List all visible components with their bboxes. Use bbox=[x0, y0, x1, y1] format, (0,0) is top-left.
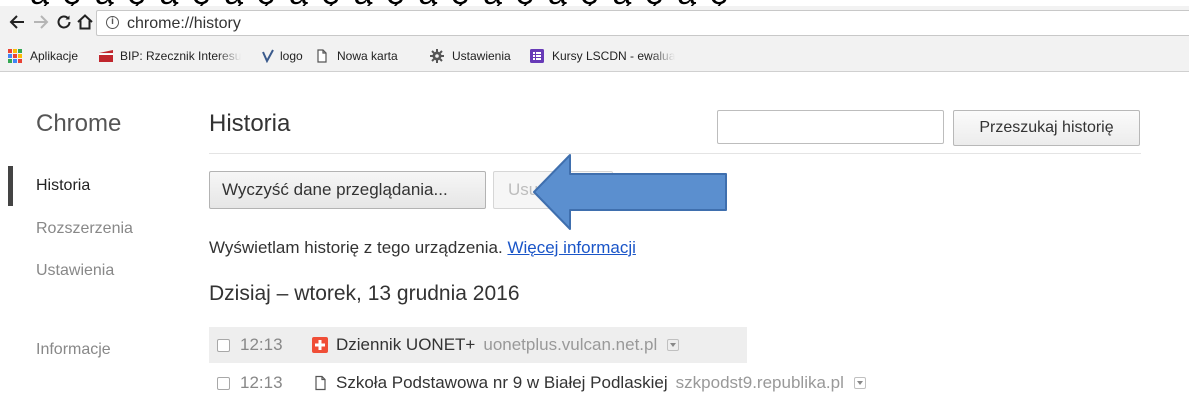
entry-checkbox[interactable] bbox=[217, 338, 230, 352]
page-title: Historia bbox=[209, 110, 291, 137]
sidebar-title: Chrome bbox=[36, 110, 122, 137]
entry-menu-icon[interactable] bbox=[667, 339, 680, 351]
sidebar-item-rozszerzenia[interactable]: Rozszerzenia bbox=[36, 220, 133, 238]
address-bar[interactable]: i chrome://history bbox=[96, 10, 1189, 36]
back-arrow-icon[interactable] bbox=[6, 13, 28, 35]
entry-checkbox[interactable] bbox=[217, 376, 230, 390]
search-history-input[interactable] bbox=[717, 110, 944, 144]
bookmark-kursy-lscdn[interactable]: Kursy LSCDN - ewalua bbox=[530, 48, 675, 64]
reload-icon[interactable] bbox=[53, 13, 75, 35]
bookmark-label: Nowa karta bbox=[337, 49, 398, 63]
forward-arrow-icon[interactable] bbox=[30, 13, 52, 35]
bookmark-logo[interactable]: logo bbox=[262, 48, 303, 64]
bookmark-label: Ustawienia bbox=[452, 49, 511, 63]
entry-domain[interactable]: szkpodst9.republika.pl bbox=[676, 373, 844, 393]
bookmarks-bar: Aplikacje BIP: Rzecznik Interesu logo No… bbox=[0, 40, 1189, 72]
history-info-text: Wyświetlam historię z tego urządzenia. bbox=[209, 238, 503, 257]
entry-domain[interactable]: uonetplus.vulcan.net.pl bbox=[483, 335, 657, 355]
bookmark-label: logo bbox=[280, 49, 303, 63]
entry-menu-icon[interactable] bbox=[853, 377, 866, 389]
bookmark-label: Kursy LSCDN - ewalua bbox=[552, 49, 676, 63]
history-info-line: Wyświetlam historię z tego urządzenia. W… bbox=[209, 238, 636, 258]
bookmark-nowa-karta[interactable]: Nowa karta bbox=[315, 48, 398, 64]
bookmark-label: Aplikacje bbox=[30, 49, 79, 63]
home-icon[interactable] bbox=[74, 13, 96, 35]
page-icon bbox=[315, 49, 331, 63]
apps-grid-icon bbox=[8, 49, 24, 63]
sidebar-item-historia[interactable]: Historia bbox=[36, 177, 90, 195]
sidebar-item-informacje[interactable]: Informacje bbox=[36, 341, 111, 359]
page-icon bbox=[312, 375, 328, 391]
history-entry[interactable]: 12:13 Dziennik UONET+ uonetplus.vulcan.n… bbox=[209, 327, 747, 363]
gear-icon bbox=[430, 49, 446, 63]
bookmark-bip[interactable]: BIP: Rzecznik Interesu bbox=[98, 48, 241, 64]
form-icon bbox=[530, 49, 546, 63]
entry-title[interactable]: Szkoła Podstawowa nr 9 w Białej Podlaski… bbox=[336, 373, 668, 393]
bookmark-label: BIP: Rzecznik Interesu bbox=[120, 49, 242, 63]
browser-toolbar: i chrome://history bbox=[0, 6, 1189, 40]
info-icon[interactable]: i bbox=[106, 16, 119, 29]
uonet-icon bbox=[312, 337, 328, 353]
entry-time: 12:13 bbox=[240, 335, 283, 354]
more-info-link[interactable]: Więcej informacji bbox=[507, 238, 635, 257]
history-entry[interactable]: 12:13 Szkoła Podstawowa nr 9 w Białej Po… bbox=[209, 365, 969, 401]
bookmark-aplikacje[interactable]: Aplikacje bbox=[8, 48, 78, 64]
annotation-arrow bbox=[533, 154, 727, 230]
sidebar-active-indicator bbox=[8, 166, 13, 206]
bookmark-ustawienia[interactable]: Ustawienia bbox=[430, 48, 511, 64]
v-logo-icon bbox=[262, 49, 274, 64]
clear-browsing-data-button[interactable]: Wyczyść dane przeglądania... bbox=[209, 171, 486, 209]
search-history-button[interactable]: Przeszukaj historię bbox=[953, 110, 1140, 146]
sidebar-item-ustawienia[interactable]: Ustawienia bbox=[36, 262, 114, 280]
address-bar-url[interactable]: chrome://history bbox=[127, 15, 241, 33]
entry-time: 12:13 bbox=[240, 373, 283, 392]
entry-title[interactable]: Dziennik UONET+ bbox=[336, 335, 475, 355]
day-heading: Dzisiaj – wtorek, 13 grudnia 2016 bbox=[209, 282, 520, 305]
bip-icon bbox=[98, 49, 114, 63]
